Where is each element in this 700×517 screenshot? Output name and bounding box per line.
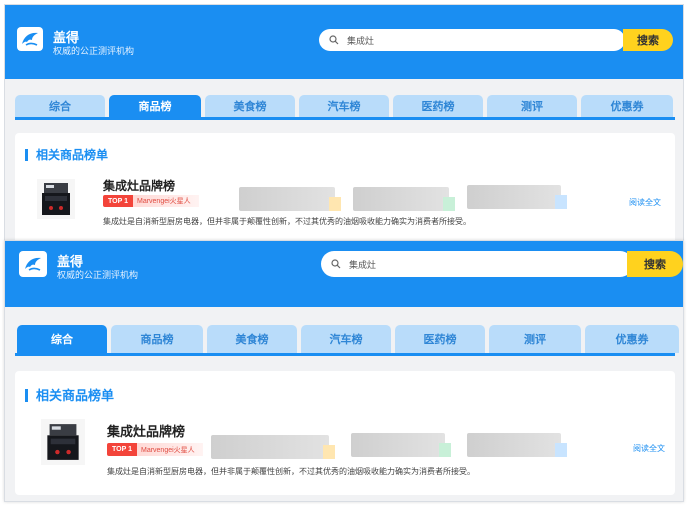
stove-icon <box>47 424 79 460</box>
blurred-brand-image-1 <box>239 187 341 211</box>
rank-brand-label: Marvengei火星人 <box>136 443 203 456</box>
read-more-link[interactable]: 阅读全文 <box>629 197 661 208</box>
section-title: 相关商品榜单 <box>25 149 108 161</box>
eagle-icon <box>25 257 41 271</box>
tab-auto-ranking[interactable]: 汽车榜 <box>301 325 391 353</box>
tab-underline <box>15 117 675 120</box>
tab-overall[interactable]: 综合 <box>15 95 105 117</box>
product-name[interactable]: 集成灶品牌榜 <box>103 177 175 194</box>
screenshot-panel-goods-tab: 盖得 权威的公正测评机构 搜索 综合 商品榜 美食榜 汽车榜 医药榜 测评 优惠… <box>4 4 684 242</box>
tab-coupons[interactable]: 优惠券 <box>581 95 673 117</box>
tab-medicine-ranking[interactable]: 医药榜 <box>395 325 485 353</box>
tab-medicine-ranking[interactable]: 医药榜 <box>393 95 483 117</box>
section-title: 相关商品榜单 <box>25 389 114 402</box>
brand-logo[interactable] <box>17 27 43 51</box>
rank-top-label: TOP 1 <box>107 443 137 456</box>
tab-food-ranking[interactable]: 美食榜 <box>207 325 297 353</box>
rank-brand-label: Marvengei火星人 <box>132 195 199 207</box>
search-bar <box>321 251 633 277</box>
eagle-icon <box>22 32 38 46</box>
screenshot-panel-overall-tab: 盖得 权威的公正测评机构 搜索 综合 商品榜 美食榜 汽车榜 医药榜 测评 优惠… <box>4 240 684 502</box>
read-more-link[interactable]: 阅读全文 <box>633 443 665 454</box>
rank-badge: TOP 1 Marvengei火星人 <box>103 195 199 207</box>
stove-icon <box>42 183 70 215</box>
tab-goods-ranking[interactable]: 商品榜 <box>109 95 201 117</box>
top-header: 盖得 权威的公正测评机构 搜索 <box>5 241 683 307</box>
product-thumbnail[interactable] <box>41 419 85 465</box>
tab-review[interactable]: 测评 <box>487 95 577 117</box>
tab-review[interactable]: 测评 <box>489 325 581 353</box>
search-button[interactable]: 搜索 <box>623 29 673 51</box>
search-icon <box>329 35 339 45</box>
brand-tagline: 权威的公正测评机构 <box>53 46 135 56</box>
brand-tagline: 权威的公正测评机构 <box>57 270 139 280</box>
blurred-brand-image-1 <box>211 435 335 459</box>
top-header: 盖得 权威的公正测评机构 搜索 <box>5 5 683 79</box>
tab-coupons[interactable]: 优惠券 <box>585 325 679 353</box>
product-name[interactable]: 集成灶品牌榜 <box>107 421 185 440</box>
search-bar <box>319 29 625 51</box>
ranking-card: 相关商品榜单 集成灶品牌榜 TOP 1 Marvengei火星人 阅读全文 集成… <box>15 371 675 495</box>
product-description: 集成灶是自消新型厨房电器，但并非属于颠覆性创新，不过其优秀的油烟吸收能力确实为消… <box>107 467 475 476</box>
tab-underline <box>15 353 675 356</box>
blurred-brand-image-2 <box>351 433 451 457</box>
product-thumbnail[interactable] <box>37 179 75 219</box>
search-button[interactable]: 搜索 <box>627 251 683 277</box>
tab-goods-ranking[interactable]: 商品榜 <box>111 325 203 353</box>
ranking-card: 相关商品榜单 集成灶品牌榜 TOP 1 Marvengei火星人 阅读全文 集成… <box>15 133 675 241</box>
product-description: 集成灶是自消新型厨房电器，但并非属于颠覆性创新，不过其优秀的油烟吸收能力确实为消… <box>103 217 471 226</box>
tab-overall[interactable]: 综合 <box>17 325 107 353</box>
rank-top-label: TOP 1 <box>103 195 133 207</box>
search-icon <box>331 259 341 269</box>
tab-food-ranking[interactable]: 美食榜 <box>205 95 295 117</box>
search-input[interactable] <box>349 259 633 269</box>
blurred-brand-image-3 <box>467 433 567 457</box>
blurred-brand-image-2 <box>353 187 455 211</box>
blurred-brand-image-3 <box>467 185 567 209</box>
search-input[interactable] <box>347 35 625 45</box>
brand-logo[interactable] <box>19 251 47 277</box>
tab-auto-ranking[interactable]: 汽车榜 <box>299 95 389 117</box>
rank-badge: TOP 1 Marvengei火星人 <box>107 443 203 456</box>
